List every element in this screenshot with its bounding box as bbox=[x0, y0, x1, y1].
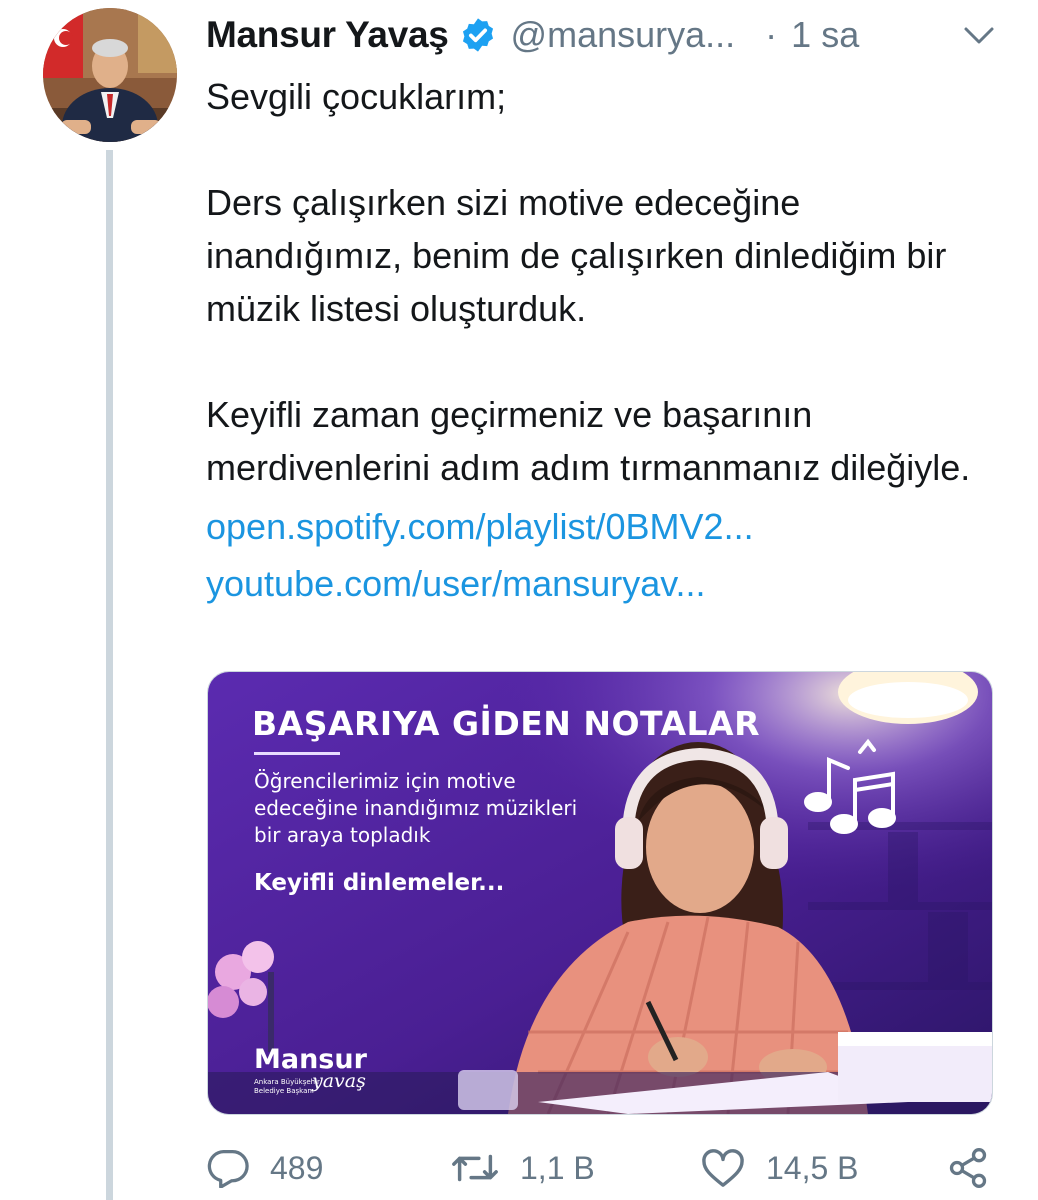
youtube-link[interactable]: youtube.com/user/mansuryav... bbox=[206, 557, 1006, 610]
tweet-paragraph-3: Keyifli zaman geçirmeniz ve başarının me… bbox=[206, 394, 971, 488]
tweet-time[interactable]: 1 sa bbox=[791, 14, 859, 56]
tweet-header: Mansur Yavaş @mansurya... · 1 sa bbox=[206, 12, 998, 58]
tweet-paragraph-1: Sevgili çocuklarım; bbox=[206, 76, 507, 117]
tweet-media-image[interactable]: BAŞARIYA GİDEN NOTALAR Öğrencilerimiz iç… bbox=[207, 671, 993, 1115]
retweet-button[interactable]: 1,1 B bbox=[450, 1140, 595, 1196]
thread-line bbox=[106, 150, 113, 1200]
tweet-paragraph-2: Ders çalışırken sizi motive edeceğine in… bbox=[206, 182, 947, 329]
media-subtext-1: Öğrencilerimiz için motive bbox=[254, 769, 516, 793]
media-logo-script: yavaş bbox=[312, 1070, 366, 1092]
media-tagline: Keyifli dinlemeler... bbox=[254, 870, 505, 896]
author-handle[interactable]: @mansurya... bbox=[511, 14, 736, 56]
media-subtext-3: bir araya topladık bbox=[254, 823, 431, 847]
spotify-link[interactable]: open.spotify.com/playlist/0BMV2... bbox=[206, 500, 1006, 553]
like-count: 14,5 B bbox=[766, 1149, 859, 1186]
verified-badge-icon bbox=[462, 18, 493, 52]
author-avatar[interactable] bbox=[43, 8, 177, 142]
share-icon bbox=[949, 1148, 987, 1188]
retweet-count: 1,1 B bbox=[520, 1149, 595, 1186]
media-headline: BAŞARIYA GİDEN NOTALAR bbox=[252, 704, 760, 743]
media-subtext-2: edeceğine inandığımız müzikleri bbox=[254, 796, 578, 820]
chevron-down-icon[interactable] bbox=[962, 24, 996, 48]
retweet-icon bbox=[452, 1154, 498, 1182]
tweet-actions: 489 1,1 B 14,5 B bbox=[206, 1140, 1006, 1196]
reply-count: 489 bbox=[270, 1149, 324, 1186]
share-button[interactable] bbox=[946, 1140, 990, 1196]
media-logo: Mansur yavaş Ankara Büyükşehir Belediye … bbox=[254, 1046, 367, 1096]
tweet-text: Sevgili çocuklarım; Ders çalışırken sizi… bbox=[206, 70, 1006, 610]
like-button[interactable]: 14,5 B bbox=[700, 1140, 859, 1196]
reply-button[interactable]: 489 bbox=[206, 1140, 323, 1196]
time-separator: · bbox=[765, 14, 778, 55]
reply-icon bbox=[207, 1150, 249, 1188]
like-icon bbox=[702, 1149, 744, 1187]
author-name[interactable]: Mansur Yavaş bbox=[206, 14, 449, 56]
